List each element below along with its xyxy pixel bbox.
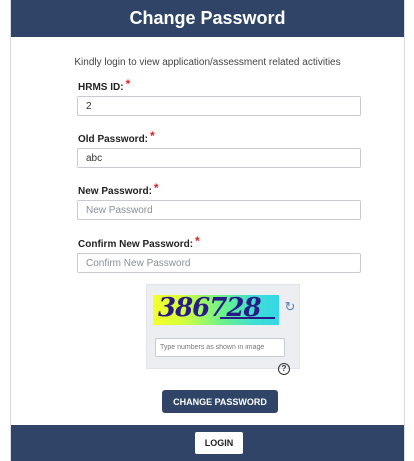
required-mark: *: [150, 129, 155, 143]
hrms-id-field[interactable]: [77, 96, 361, 116]
captcha-input[interactable]: [155, 338, 285, 357]
change-password-button[interactable]: CHANGE PASSWORD: [162, 390, 278, 413]
captcha-image: 386728: [153, 293, 279, 325]
confirm-password-field[interactable]: [77, 253, 361, 273]
old-password-label: Old Password: *: [78, 129, 155, 145]
confirm-password-label-text: Confirm New Password:: [78, 239, 194, 250]
new-password-label-text: New Password:: [78, 186, 152, 197]
captcha-code: 386728: [158, 293, 275, 323]
hrms-id-label-text: HRMS ID:: [78, 82, 124, 93]
required-mark: *: [125, 77, 131, 91]
change-password-card: Change Password Kindly login to view app…: [10, 0, 405, 461]
required-mark: *: [153, 181, 159, 195]
question-circle-icon[interactable]: ?: [278, 363, 290, 375]
new-password-field[interactable]: [77, 200, 361, 220]
login-button[interactable]: LOGIN: [195, 432, 243, 454]
old-password-label-text: Old Password:: [78, 134, 149, 145]
page-title: Change Password: [11, 0, 404, 37]
new-password-label: New Password: *: [78, 181, 159, 197]
captcha-panel: 386728 ↻: [146, 284, 300, 369]
login-hint-text: Kindly login to view application/assessm…: [74, 57, 341, 68]
hrms-id-label: HRMS ID: *: [78, 77, 131, 93]
old-password-field[interactable]: [77, 148, 361, 168]
required-mark: *: [195, 234, 200, 248]
refresh-icon[interactable]: ↻: [283, 300, 297, 314]
confirm-password-label: Confirm New Password: *: [78, 234, 200, 250]
